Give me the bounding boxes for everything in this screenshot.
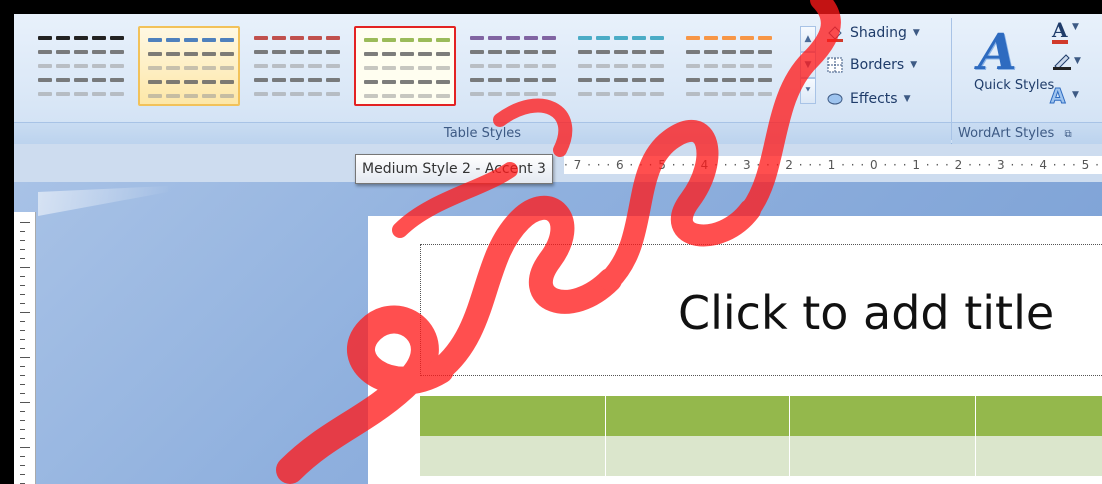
wordart-styles-group-label: WordArt Styles ⧉ [952, 122, 1102, 144]
ruler-tick [20, 393, 25, 394]
dropdown-arrow-icon: ▼ [903, 94, 911, 104]
ruler-tick [20, 456, 25, 457]
title-placeholder-text[interactable]: Click to add title [678, 286, 1054, 340]
table-style-swatch-teal[interactable] [570, 26, 672, 106]
effects-button[interactable]: Effects ▼ [826, 86, 911, 112]
dropdown-arrow-icon: ▼ [912, 28, 920, 38]
dropdown-arrow-icon: ▼ [910, 60, 918, 70]
ruler-tick [20, 348, 25, 349]
wordart-styles-label: WordArt Styles [958, 126, 1055, 141]
gallery-scroll-down-button[interactable]: ▼ [800, 52, 816, 78]
text-effects-button[interactable]: A [1049, 84, 1066, 109]
dropdown-arrow-icon[interactable]: ▼ [1072, 90, 1079, 100]
ruler-tick [20, 231, 25, 232]
quick-styles-icon[interactable]: A [978, 22, 1017, 81]
table-style-swatch-green[interactable] [354, 26, 456, 106]
paint-bucket-icon [826, 24, 844, 42]
shading-label: Shading [850, 25, 907, 41]
table-cell[interactable] [606, 436, 790, 476]
ruler-tick [20, 411, 25, 412]
ruler-tick [20, 330, 25, 331]
ruler-tick [20, 285, 25, 286]
ruler-tick [20, 447, 30, 448]
table-styles-group-label: Table Styles [14, 122, 951, 144]
ruler-tick [20, 240, 25, 241]
ruler-tick [20, 357, 30, 358]
ruler-tick [20, 249, 25, 250]
table-cell[interactable] [790, 396, 976, 436]
ruler-tick [20, 402, 30, 403]
dialog-launcher-icon[interactable]: ⧉ [1064, 129, 1071, 140]
table-style-swatch-black[interactable] [30, 26, 132, 106]
table-style-swatch-blue[interactable] [138, 26, 240, 106]
borders-label: Borders [850, 57, 905, 73]
vertical-ruler[interactable] [14, 212, 36, 484]
ruler-tick [20, 366, 25, 367]
ruler-tick [20, 438, 25, 439]
horizontal-ruler[interactable]: · 7 · · · 6 · · · 5 · · · 4 · · · 3 · · … [564, 156, 1102, 174]
ribbon: ▲ ▼ ⯆ Shading ▼ Borders ▼ Effects ▼ A Qu… [14, 14, 1102, 144]
table-cell[interactable] [420, 396, 606, 436]
ruler-tick [20, 375, 25, 376]
ruler-tick [20, 465, 25, 466]
table-cell[interactable] [976, 396, 1102, 436]
dropdown-arrow-icon[interactable]: ▼ [1074, 56, 1081, 66]
slide-table[interactable] [420, 396, 1102, 484]
table-header-row[interactable] [420, 396, 1102, 436]
table-cell[interactable] [976, 436, 1102, 476]
ruler-tick [20, 429, 25, 430]
table-cell[interactable] [606, 396, 790, 436]
table-cell[interactable] [790, 436, 976, 476]
ruler-tick [20, 312, 30, 313]
ruler-tick [20, 474, 25, 475]
table-style-swatch-orange[interactable] [678, 26, 780, 106]
style-tooltip: Medium Style 2 - Accent 3 [355, 154, 553, 184]
ruler-tick [20, 276, 25, 277]
dropdown-arrow-icon[interactable]: ▼ [1072, 22, 1079, 32]
ruler-tick [20, 321, 25, 322]
borders-icon [826, 56, 844, 74]
effects-icon [826, 90, 844, 108]
ruler-tick [20, 420, 25, 421]
table-cell[interactable] [420, 436, 606, 476]
table-styles-gallery [14, 14, 804, 120]
ruler-tick [20, 267, 30, 268]
ruler-tick [20, 303, 25, 304]
ruler-tick [20, 258, 25, 259]
borders-button[interactable]: Borders ▼ [826, 52, 917, 78]
shading-button[interactable]: Shading ▼ [826, 20, 920, 46]
effects-label: Effects [850, 91, 898, 107]
text-outline-button[interactable] [1052, 52, 1074, 70]
text-fill-button[interactable]: A [1052, 20, 1068, 44]
table-row[interactable] [420, 436, 1102, 476]
wordart-styles-group: A Quick Styles A ▼ ▼ A ▼ [956, 14, 1102, 120]
quick-styles-button[interactable]: Quick Styles [974, 78, 1054, 93]
gallery-more-button[interactable]: ⯆ [800, 78, 816, 104]
gallery-scroll-up-button[interactable]: ▲ [800, 26, 816, 52]
ruler-tick [20, 339, 25, 340]
ruler-tick [20, 384, 25, 385]
ruler-tick [20, 294, 25, 295]
gallery-scrollbar[interactable]: ▲ ▼ ⯆ [800, 26, 816, 108]
table-style-swatch-purple[interactable] [462, 26, 564, 106]
table-style-swatch-red[interactable] [246, 26, 348, 106]
ruler-tick [20, 222, 30, 223]
